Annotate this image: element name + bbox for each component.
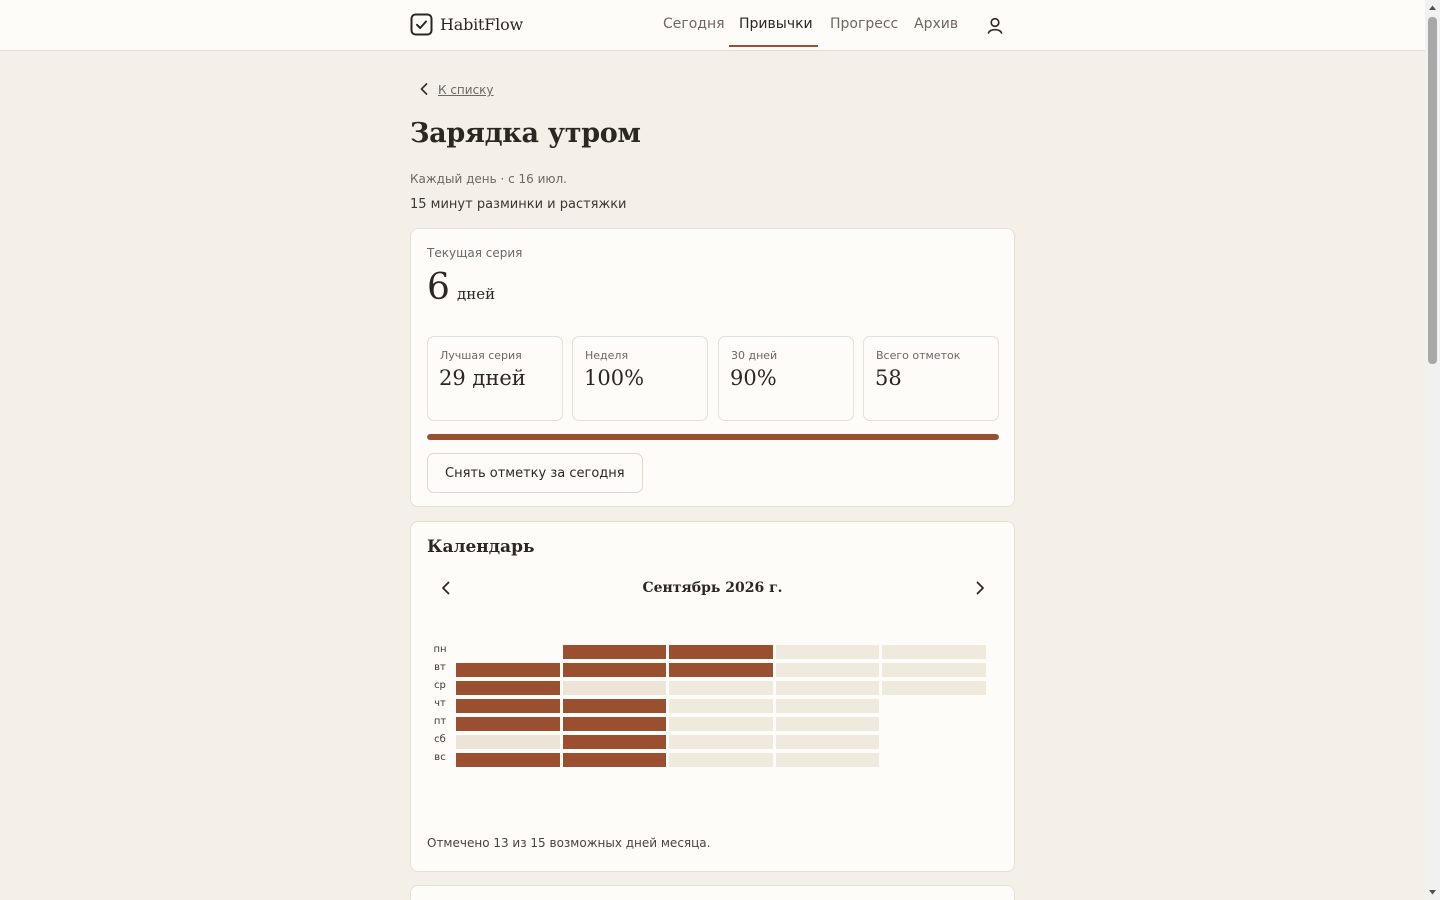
stat-week: Неделя 100% <box>572 336 708 421</box>
calendar-day-cell[interactable] <box>775 753 879 767</box>
stat-value: 29 дней <box>439 366 526 390</box>
chevron-right-icon[interactable] <box>972 580 988 596</box>
app-name: HabitFlow <box>440 15 524 34</box>
calendar-month-label: Сентябрь 2026 г. <box>642 580 783 596</box>
calendar-day-cell[interactable] <box>456 735 560 749</box>
weekday-label: чт <box>434 698 446 709</box>
calendar-day-cell[interactable] <box>882 663 986 677</box>
stat-value: 100% <box>584 366 645 390</box>
stat-value: 90% <box>730 366 777 390</box>
calendar-day-cell[interactable] <box>882 681 986 695</box>
calendar-day-cell[interactable] <box>562 699 666 713</box>
scroll-up-arrow-icon[interactable] <box>1425 0 1440 16</box>
weekday-label: пн <box>433 644 447 655</box>
progress-bar-fill <box>427 434 999 440</box>
nav-item-progress[interactable]: Прогресс <box>830 16 898 32</box>
next-card <box>410 885 1015 900</box>
chevron-left-icon <box>420 82 428 95</box>
progress-bar <box>427 434 999 440</box>
current-streak-label: Текущая серия <box>427 246 523 260</box>
stat-label: Лучшая серия <box>440 349 522 362</box>
calendar-day-cell[interactable] <box>456 699 560 713</box>
weekday-label: сб <box>434 734 446 745</box>
calendar-card: Календарь Сентябрь 2026 г. пн вт ср чт пт сб в… <box>410 521 1015 872</box>
active-tab-indicator <box>729 45 818 47</box>
calendar-day-cell[interactable] <box>775 699 879 713</box>
stat-label: Всего отметок <box>876 349 961 362</box>
calendar-title: Календарь <box>427 537 535 557</box>
stat-value: 58 <box>875 366 902 390</box>
calendar-day-cell[interactable] <box>562 717 666 731</box>
calendar-day-cell[interactable] <box>562 645 666 659</box>
chevron-left-icon[interactable] <box>438 580 454 596</box>
nav-item-habits[interactable]: Привычки <box>739 16 813 32</box>
top-navigation-bar: HabitFlow Сегодня Привычки Прогресс Архи… <box>0 0 1425 51</box>
calendar-day-cell[interactable] <box>669 717 773 731</box>
calendar-day-cell[interactable] <box>562 663 666 677</box>
calendar-day-cell[interactable] <box>775 681 879 695</box>
weekday-label: ср <box>434 680 446 691</box>
back-to-list-link[interactable]: К списку <box>418 80 494 97</box>
calendar-day-cell[interactable] <box>562 735 666 749</box>
scrollbar-thumb[interactable] <box>1428 17 1437 364</box>
scroll-down-arrow-icon[interactable] <box>1425 884 1440 900</box>
nav-item-archive[interactable]: Архив <box>914 16 958 32</box>
calendar-day-cell[interactable] <box>669 681 773 695</box>
calendar-day-cell[interactable] <box>775 735 879 749</box>
stat-best-streak: Лучшая серия 29 дней <box>427 336 563 421</box>
nav-item-today[interactable]: Сегодня <box>663 16 725 32</box>
calendar-day-cell[interactable] <box>669 663 773 677</box>
calendar-day-cell[interactable] <box>775 717 879 731</box>
calendar-day-cell[interactable] <box>562 681 666 695</box>
calendar-day-cell[interactable] <box>456 663 560 677</box>
calendar-day-cell[interactable] <box>669 645 773 659</box>
habit-description: 15 минут разминки и растяжки <box>410 197 627 212</box>
page-title: Зарядка утром <box>410 118 641 149</box>
scrollbar[interactable] <box>1425 0 1440 900</box>
calendar-day-cell[interactable] <box>775 663 879 677</box>
check-square-icon <box>410 13 433 36</box>
weekday-label: вс <box>434 752 446 763</box>
calendar-summary: Отмечено 13 из 15 возможных дней месяца. <box>427 836 711 850</box>
calendar-day-cell[interactable] <box>562 753 666 767</box>
calendar-day-cell[interactable] <box>669 699 773 713</box>
habit-schedule: Каждый день · с 16 июл. <box>410 172 567 186</box>
stat-label: Неделя <box>585 349 629 362</box>
app-logo[interactable]: HabitFlow <box>410 13 523 36</box>
calendar-day-cell[interactable] <box>775 645 879 659</box>
calendar-day-cell[interactable] <box>669 753 773 767</box>
calendar-heatmap: пн вт ср чт пт сб вс <box>427 644 989 774</box>
current-streak-value: 6 <box>427 267 450 308</box>
current-streak-unit: дней <box>457 285 496 303</box>
stat-total-checks: Всего отметок 58 <box>863 336 999 421</box>
user-icon[interactable] <box>987 17 1003 34</box>
stat-label: 30 дней <box>731 349 778 362</box>
calendar-day-cell[interactable] <box>882 645 986 659</box>
calendar-day-cell[interactable] <box>456 717 560 731</box>
streak-card: Текущая серия 6 дней Лучшая серия 29 дне… <box>410 228 1015 507</box>
back-link-label: К списку <box>438 83 494 97</box>
calendar-day-cell[interactable] <box>456 753 560 767</box>
calendar-day-cell[interactable] <box>669 735 773 749</box>
weekday-label: вт <box>434 662 446 673</box>
stat-30-days: 30 дней 90% <box>718 336 854 421</box>
uncheck-today-button[interactable]: Снять отметку за сегодня <box>427 453 643 493</box>
calendar-day-cell[interactable] <box>456 681 560 695</box>
weekday-label: пт <box>433 716 447 727</box>
